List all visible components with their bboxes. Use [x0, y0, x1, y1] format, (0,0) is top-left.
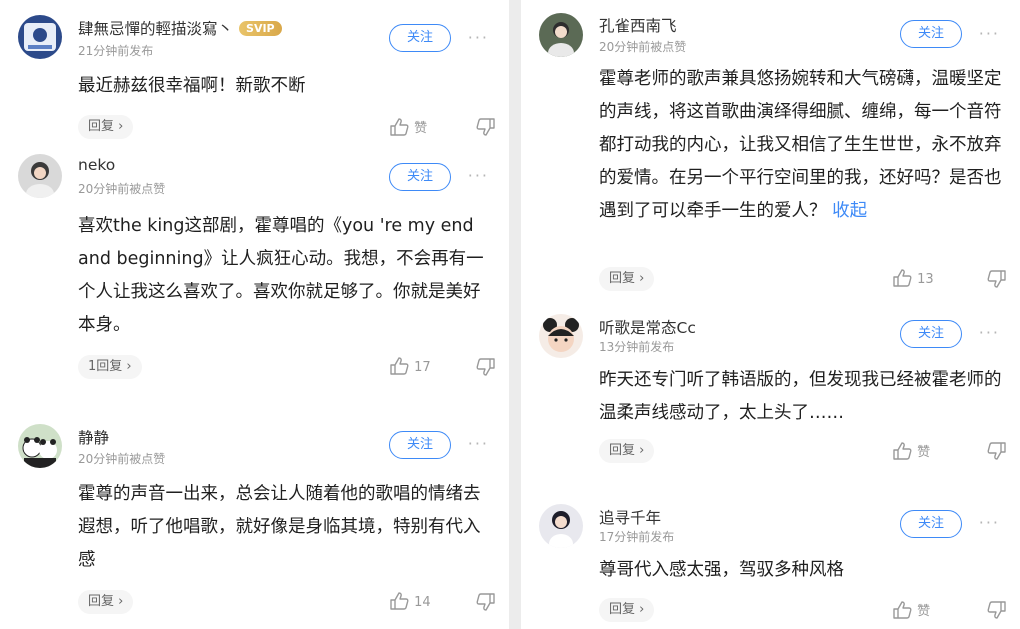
like-count: 17 — [414, 360, 431, 375]
comment-item: 追寻千年 17分钟前发布 关注 ··· 尊哥代入感太强，驾驭多种风格 回复 › … — [521, 500, 1020, 629]
comment-item: 肆無忌憚的輕描淡寫丶 SVIP 21分钟前发布 关注 ··· 最近赫兹很幸福啊！新… — [0, 0, 509, 150]
comment-text: 昨天还专门听了韩语版的，但发现我已经被霍老师的温柔声线感动了，太上头了…… — [599, 370, 1002, 423]
comment-text: 霍尊老师的歌声兼具悠扬婉转和大气磅礴，温暖坚定的声线，将这首歌曲演绎得细腻、缠绵… — [599, 63, 1004, 228]
thumbs-up-icon — [390, 118, 409, 136]
thumbs-up-icon — [893, 601, 912, 619]
reply-button[interactable]: 回复 › — [78, 115, 134, 139]
like-button[interactable]: 14 — [390, 592, 431, 610]
follow-button[interactable]: 关注 — [900, 320, 962, 348]
like-button[interactable]: 赞 — [893, 600, 930, 619]
more-dots-icon[interactable]: ··· — [979, 513, 1000, 532]
avatar[interactable] — [539, 314, 583, 358]
username[interactable]: neko — [78, 156, 115, 174]
more-dots-icon[interactable]: ··· — [979, 323, 1000, 342]
dislike-button[interactable] — [986, 600, 1006, 619]
comment-text: 喜欢the king这部剧，霍尊唱的《you 're my end and be… — [78, 216, 484, 335]
more-dots-icon[interactable]: ··· — [468, 434, 489, 453]
thumbs-down-icon — [987, 601, 1006, 619]
like-button[interactable]: 13 — [893, 269, 934, 287]
thumbs-down-icon — [987, 270, 1006, 288]
comment-text-content: 霍尊老师的歌声兼具悠扬婉转和大气磅礴，温暖坚定的声线，将这首歌曲演绎得细腻、缠绵… — [599, 69, 1002, 221]
more-dots-icon[interactable]: ··· — [979, 24, 1000, 43]
comment-time: 20分钟前被点赞 — [78, 452, 166, 466]
comment-time: 20分钟前被点赞 — [599, 40, 687, 54]
like-count: 赞 — [917, 445, 931, 460]
avatar[interactable] — [18, 154, 62, 198]
follow-button[interactable]: 关注 — [900, 20, 962, 48]
like-button[interactable]: 赞 — [893, 441, 930, 460]
thumbs-down-icon — [476, 118, 495, 136]
more-dots-icon[interactable]: ··· — [468, 166, 489, 185]
comment-time: 13分钟前发布 — [599, 340, 675, 354]
username[interactable]: 听歌是常态Cc — [599, 316, 696, 338]
thumbs-down-icon — [987, 442, 1006, 460]
svip-badge: SVIP — [239, 21, 282, 36]
avatar[interactable] — [18, 424, 62, 468]
follow-button[interactable]: 关注 — [389, 24, 451, 52]
dislike-button[interactable] — [986, 441, 1006, 460]
comment-column-right: 孔雀西南飞 20分钟前被点赞 关注 ··· 霍尊老师的歌声兼具悠扬婉转和大气磅礴… — [521, 0, 1020, 629]
comment-text: 尊哥代入感太强，驾驭多种风格 — [599, 560, 844, 580]
more-dots-icon[interactable]: ··· — [468, 28, 489, 47]
comment-item: 静静 20分钟前被点赞 关注 ··· 霍尊的声音一出来，总会让人随着他的歌唱的情… — [0, 418, 509, 629]
like-count: 14 — [414, 595, 431, 610]
column-divider — [509, 0, 521, 629]
like-button[interactable]: 赞 — [390, 117, 427, 136]
avatar[interactable] — [18, 15, 62, 59]
follow-button[interactable]: 关注 — [900, 510, 962, 538]
like-count: 赞 — [414, 121, 428, 136]
username[interactable]: 肆無忌憚的輕描淡寫丶 SVIP — [78, 17, 282, 39]
thumbs-up-icon — [390, 357, 409, 375]
thumbs-down-icon — [476, 593, 495, 611]
username[interactable]: 孔雀西南飞 — [599, 14, 677, 36]
reply-button[interactable]: 回复 › — [599, 598, 655, 622]
follow-button[interactable]: 关注 — [389, 431, 451, 459]
dislike-button[interactable] — [475, 117, 495, 136]
comment-text: 最近赫兹很幸福啊！新歌不断 — [78, 76, 306, 96]
dislike-button[interactable] — [475, 592, 495, 611]
comment-item: 听歌是常态Cc 13分钟前发布 关注 ··· 昨天还专门听了韩语版的，但发现我已… — [521, 310, 1020, 475]
comment-time: 17分钟前发布 — [599, 530, 675, 544]
reply-button[interactable]: 回复 › — [78, 590, 134, 614]
avatar[interactable] — [539, 504, 583, 548]
dislike-button[interactable] — [986, 269, 1006, 288]
reply-button[interactable]: 1回复 › — [78, 355, 142, 379]
thumbs-up-icon — [893, 442, 912, 460]
comment-item: neko 20分钟前被点赞 关注 ··· 喜欢the king这部剧，霍尊唱的《… — [0, 150, 509, 390]
like-count: 13 — [917, 272, 934, 287]
dislike-button[interactable] — [475, 357, 495, 376]
username[interactable]: 追寻千年 — [599, 506, 661, 528]
comment-time: 21分钟前发布 — [78, 44, 154, 58]
username[interactable]: 静静 — [78, 426, 109, 448]
comment-column-left: 肆無忌憚的輕描淡寫丶 SVIP 21分钟前发布 关注 ··· 最近赫兹很幸福啊！新… — [0, 0, 509, 629]
comment-item: 孔雀西南飞 20分钟前被点赞 关注 ··· 霍尊老师的歌声兼具悠扬婉转和大气磅礴… — [521, 0, 1020, 300]
follow-button[interactable]: 关注 — [389, 163, 451, 191]
comment-text: 霍尊的声音一出来，总会让人随着他的歌唱的情绪去遐想，听了他唱歌，就好像是身临其境… — [78, 484, 481, 570]
reply-button[interactable]: 回复 › — [599, 439, 655, 463]
avatar[interactable] — [539, 13, 583, 57]
thumbs-down-icon — [476, 358, 495, 376]
username-text[interactable]: 肆無忌憚的輕描淡寫丶 — [78, 20, 233, 38]
like-button[interactable]: 17 — [390, 357, 431, 375]
reply-button[interactable]: 回复 › — [599, 267, 655, 291]
like-count: 赞 — [917, 604, 931, 619]
thumbs-up-icon — [893, 269, 912, 287]
thumbs-up-icon — [390, 592, 409, 610]
comment-time: 20分钟前被点赞 — [78, 182, 166, 196]
collapse-link[interactable]: 收起 — [832, 201, 867, 221]
